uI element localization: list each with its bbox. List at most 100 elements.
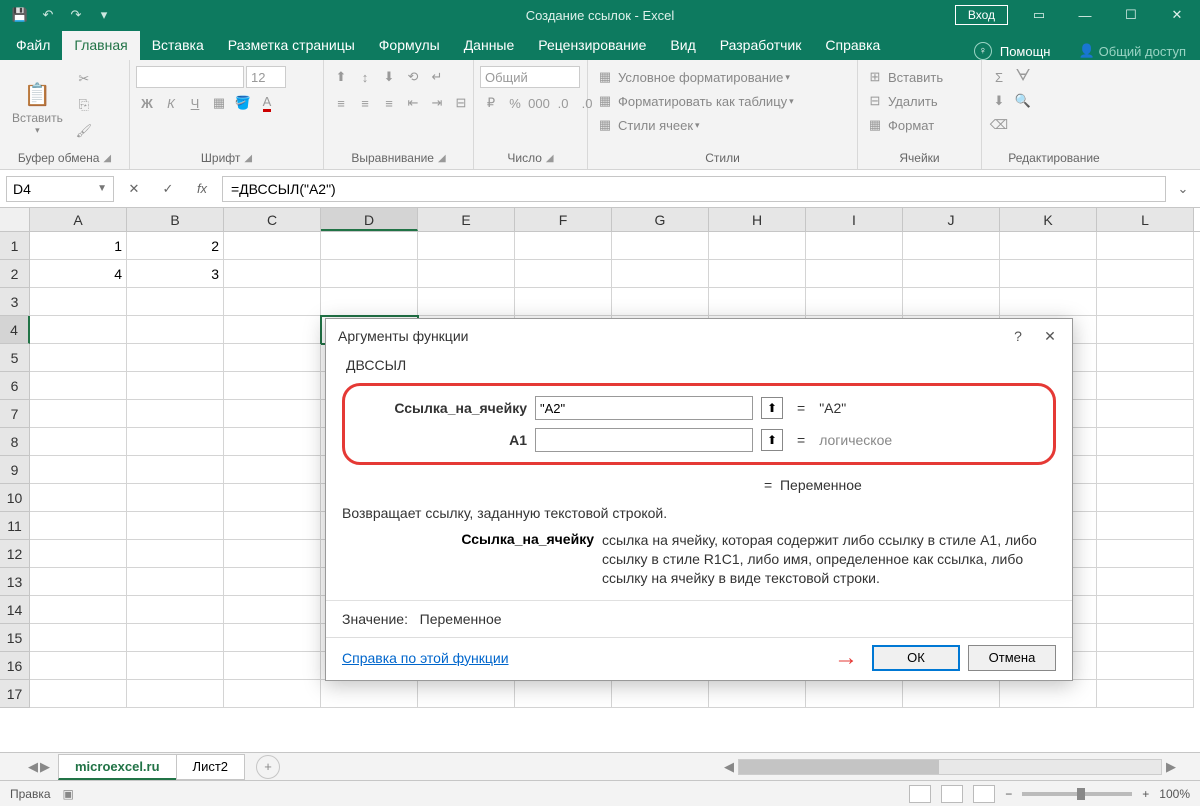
cell[interactable] bbox=[224, 232, 321, 260]
save-icon[interactable]: 💾 bbox=[8, 3, 32, 27]
row-header[interactable]: 1 bbox=[0, 232, 30, 260]
cell[interactable] bbox=[1097, 540, 1194, 568]
cell[interactable] bbox=[515, 260, 612, 288]
cell[interactable] bbox=[1097, 372, 1194, 400]
cell[interactable] bbox=[321, 232, 418, 260]
cell[interactable] bbox=[806, 288, 903, 316]
row-header[interactable]: 9 bbox=[0, 456, 30, 484]
sheet-tab[interactable]: Лист2 bbox=[176, 754, 245, 780]
row-header[interactable]: 3 bbox=[0, 288, 30, 316]
row-header[interactable]: 4 bbox=[0, 316, 30, 344]
cell[interactable] bbox=[224, 428, 321, 456]
column-header[interactable]: I bbox=[806, 208, 903, 231]
cell[interactable] bbox=[321, 260, 418, 288]
cell[interactable] bbox=[1097, 316, 1194, 344]
chevron-down-icon[interactable]: ▼ bbox=[97, 183, 107, 194]
cell[interactable] bbox=[1097, 344, 1194, 372]
cell[interactable] bbox=[1000, 260, 1097, 288]
arg1-input[interactable] bbox=[535, 396, 753, 420]
undo-icon[interactable]: ↶ bbox=[36, 3, 60, 27]
cell[interactable]: 1 bbox=[30, 232, 127, 260]
cell[interactable] bbox=[418, 232, 515, 260]
fill-icon[interactable]: ⬇ bbox=[988, 90, 1010, 112]
column-header[interactable]: H bbox=[709, 208, 806, 231]
login-button[interactable]: Вход bbox=[955, 5, 1008, 25]
maximize-icon[interactable]: ☐ bbox=[1108, 0, 1154, 30]
cell[interactable] bbox=[224, 680, 321, 708]
cell[interactable]: 4 bbox=[30, 260, 127, 288]
cell[interactable] bbox=[1097, 596, 1194, 624]
conditional-format-button[interactable]: ▦Условное форматирование▾ bbox=[594, 66, 851, 88]
cell[interactable] bbox=[127, 316, 224, 344]
font-size-input[interactable] bbox=[246, 66, 286, 88]
cell[interactable] bbox=[1097, 400, 1194, 428]
dialog-launcher-icon[interactable]: ◢ bbox=[244, 153, 252, 164]
cell[interactable] bbox=[1097, 288, 1194, 316]
arg2-input[interactable] bbox=[535, 428, 753, 452]
cell[interactable]: 2 bbox=[127, 232, 224, 260]
cell[interactable] bbox=[709, 680, 806, 708]
cell[interactable] bbox=[127, 456, 224, 484]
cell[interactable] bbox=[1097, 428, 1194, 456]
page-layout-button[interactable] bbox=[941, 785, 963, 803]
cell[interactable] bbox=[806, 680, 903, 708]
row-header[interactable]: 8 bbox=[0, 428, 30, 456]
cell[interactable] bbox=[224, 344, 321, 372]
sort-icon[interactable]: ᗄ bbox=[1012, 66, 1034, 88]
cell[interactable] bbox=[709, 288, 806, 316]
macro-record-icon[interactable]: ▣ bbox=[63, 787, 74, 801]
paste-button[interactable]: 📋 Вставить ▾ bbox=[6, 64, 69, 151]
cell[interactable] bbox=[127, 652, 224, 680]
cell[interactable] bbox=[224, 260, 321, 288]
cell[interactable] bbox=[30, 568, 127, 596]
cell[interactable] bbox=[127, 596, 224, 624]
tab-главная[interactable]: Главная bbox=[62, 31, 139, 60]
indent-dec-icon[interactable]: ⇤ bbox=[402, 92, 424, 114]
row-header[interactable]: 12 bbox=[0, 540, 30, 568]
cell[interactable] bbox=[1000, 232, 1097, 260]
cell[interactable] bbox=[612, 260, 709, 288]
merge-icon[interactable]: ⊟ bbox=[450, 92, 472, 114]
tab-разметка страницы[interactable]: Разметка страницы bbox=[216, 31, 367, 60]
increase-decimal-icon[interactable]: .0 bbox=[552, 92, 574, 114]
select-all-corner[interactable] bbox=[0, 208, 30, 231]
tab-вставка[interactable]: Вставка bbox=[140, 31, 216, 60]
tab-формулы[interactable]: Формулы bbox=[367, 31, 452, 60]
cell[interactable] bbox=[127, 624, 224, 652]
fx-button[interactable]: fx bbox=[188, 176, 216, 202]
align-middle-icon[interactable]: ↕ bbox=[354, 66, 376, 88]
cell[interactable] bbox=[806, 232, 903, 260]
find-icon[interactable]: 🔍 bbox=[1012, 90, 1034, 112]
column-header[interactable]: F bbox=[515, 208, 612, 231]
format-table-button[interactable]: ▦Форматировать как таблицу▾ bbox=[594, 90, 851, 112]
tab-справка[interactable]: Справка bbox=[813, 31, 892, 60]
wrap-text-icon[interactable]: ↵ bbox=[426, 66, 448, 88]
column-header[interactable]: D bbox=[321, 208, 418, 231]
close-icon[interactable]: ✕ bbox=[1154, 0, 1200, 30]
insert-cells-button[interactable]: ⊞Вставить bbox=[864, 66, 975, 88]
dialog-close-icon[interactable]: ✕ bbox=[1040, 326, 1060, 346]
zoom-slider[interactable] bbox=[1022, 792, 1132, 796]
cell[interactable] bbox=[418, 680, 515, 708]
row-header[interactable]: 10 bbox=[0, 484, 30, 512]
align-bottom-icon[interactable]: ⬇ bbox=[378, 66, 400, 88]
number-format-select[interactable] bbox=[480, 66, 580, 88]
zoom-in-icon[interactable]: + bbox=[1142, 787, 1149, 801]
help-link[interactable]: Справка по этой функции bbox=[342, 650, 509, 666]
cell[interactable] bbox=[321, 680, 418, 708]
column-header[interactable]: L bbox=[1097, 208, 1194, 231]
cell[interactable] bbox=[515, 232, 612, 260]
cell[interactable] bbox=[127, 288, 224, 316]
cell[interactable] bbox=[1097, 652, 1194, 680]
cell[interactable] bbox=[1097, 260, 1194, 288]
cell[interactable] bbox=[224, 624, 321, 652]
autosum-icon[interactable]: Σ bbox=[988, 66, 1010, 88]
cell[interactable] bbox=[224, 568, 321, 596]
cell[interactable] bbox=[612, 680, 709, 708]
cell[interactable] bbox=[127, 484, 224, 512]
cell[interactable] bbox=[30, 512, 127, 540]
clear-icon[interactable]: ⌫ bbox=[988, 114, 1010, 136]
row-header[interactable]: 6 bbox=[0, 372, 30, 400]
format-painter-icon[interactable]: 🖌 bbox=[73, 120, 95, 142]
tab-вид[interactable]: Вид bbox=[658, 31, 707, 60]
